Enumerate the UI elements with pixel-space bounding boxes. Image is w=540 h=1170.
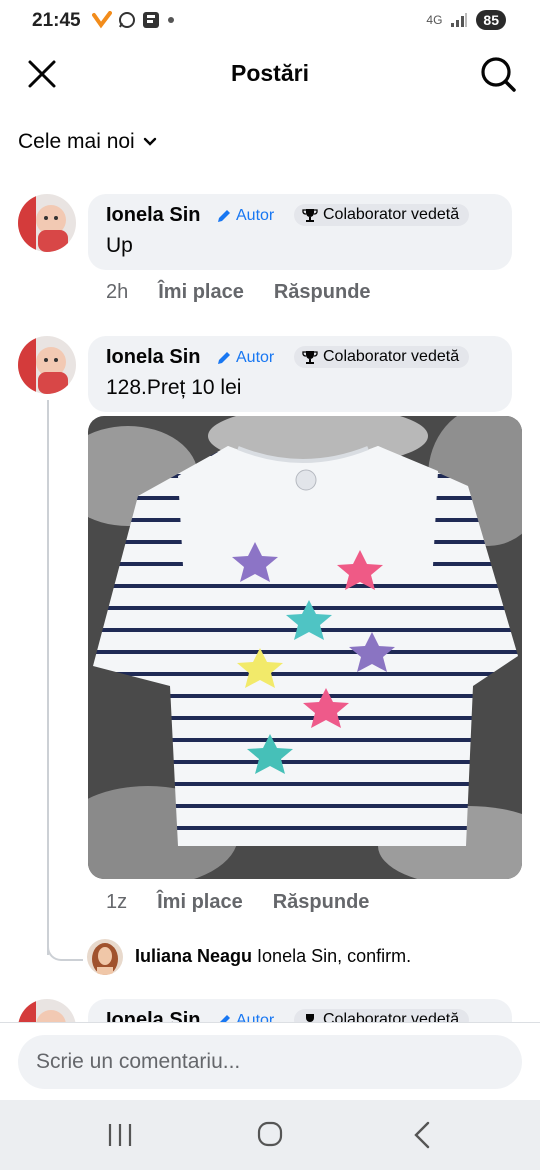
- notification-icons: [92, 11, 176, 29]
- trophy-icon: [302, 209, 318, 222]
- system-nav-bar: [0, 1100, 540, 1170]
- comment-time: 2h: [106, 281, 129, 303]
- comment-time: 1z: [106, 891, 128, 913]
- back-icon: [414, 1121, 430, 1149]
- pencil-icon: [218, 352, 230, 364]
- top-contributor-badge: Colaborator vedetă: [294, 346, 470, 368]
- comment-text: Up: [106, 234, 133, 257]
- thread-connector: [47, 935, 83, 961]
- battery-level: 85: [476, 10, 506, 30]
- comment-author-name[interactable]: Ionela Sin: [106, 204, 200, 227]
- trophy-icon: [302, 351, 318, 364]
- reply-content: Iuliana Neagu Ionela Sin, confirm.: [135, 946, 411, 967]
- comment-text: 128.Preț 10 lei: [106, 376, 242, 399]
- status-bar: 21:45 4G 85: [0, 0, 540, 44]
- baby-photo: [18, 194, 76, 252]
- network-type: 4G: [426, 13, 443, 27]
- status-time: 21:45: [32, 10, 81, 31]
- home-button[interactable]: [250, 1118, 290, 1152]
- avatar[interactable]: [18, 194, 76, 252]
- chevron-down-icon: [143, 137, 156, 146]
- signal-icon: [451, 13, 468, 27]
- comment-actions: 2h Îmi place Răspunde: [106, 281, 371, 304]
- comment-bubble[interactable]: Ionela Sin Autor Colaborator vedetă 128.…: [88, 336, 512, 412]
- recent-apps-icon: [108, 1124, 132, 1146]
- reply-text: Ionela Sin, confirm.: [257, 946, 412, 966]
- pencil-icon: [218, 210, 230, 222]
- comment-composer: [0, 1022, 540, 1101]
- reply-button[interactable]: Răspunde: [274, 281, 371, 304]
- facebook-pages-icon: [143, 12, 159, 28]
- comment-author-name[interactable]: Ionela Sin: [106, 346, 200, 369]
- back-button[interactable]: [402, 1118, 442, 1152]
- reply-author-name[interactable]: Iuliana Neagu: [135, 946, 252, 966]
- status-right: 4G 85: [426, 10, 506, 30]
- search-icon: [481, 57, 516, 92]
- like-button[interactable]: Îmi place: [157, 891, 243, 914]
- baby-photo: [18, 336, 76, 394]
- recent-apps-button[interactable]: [100, 1118, 140, 1152]
- avatar[interactable]: [18, 336, 76, 394]
- sort-label: Cele mai noi: [18, 130, 135, 153]
- comment-input[interactable]: [18, 1035, 522, 1089]
- more-notifications-icon: [168, 17, 174, 23]
- comment-actions: 1z Îmi place Răspunde: [106, 891, 369, 914]
- sort-dropdown[interactable]: Cele mai noi: [18, 130, 157, 154]
- woman-photo: [87, 939, 123, 975]
- author-label: Autor: [236, 207, 275, 224]
- whatsapp-icon: [119, 12, 135, 28]
- author-tag: Autor: [216, 207, 274, 225]
- badge-label: Colaborator vedetă: [323, 348, 460, 365]
- reply-avatar[interactable]: [87, 939, 123, 975]
- comment-photo[interactable]: [88, 416, 522, 879]
- top-bar: Postări: [0, 44, 540, 104]
- home-icon: [257, 1121, 283, 1147]
- offer-icon: [92, 11, 112, 29]
- striped-shirt-image: [88, 416, 522, 879]
- search-button[interactable]: [478, 54, 518, 94]
- reply-button[interactable]: Răspunde: [273, 891, 370, 914]
- page-title: Postări: [231, 60, 309, 86]
- author-tag: Autor: [216, 349, 274, 367]
- badge-label: Colaborator vedetă: [323, 206, 460, 223]
- thread-line: [47, 400, 49, 955]
- like-button[interactable]: Îmi place: [158, 281, 244, 304]
- comment-bubble[interactable]: Ionela Sin Autor Colaborator vedetă Up: [88, 194, 512, 270]
- author-label: Autor: [236, 349, 275, 366]
- top-contributor-badge: Colaborator vedetă: [294, 204, 470, 226]
